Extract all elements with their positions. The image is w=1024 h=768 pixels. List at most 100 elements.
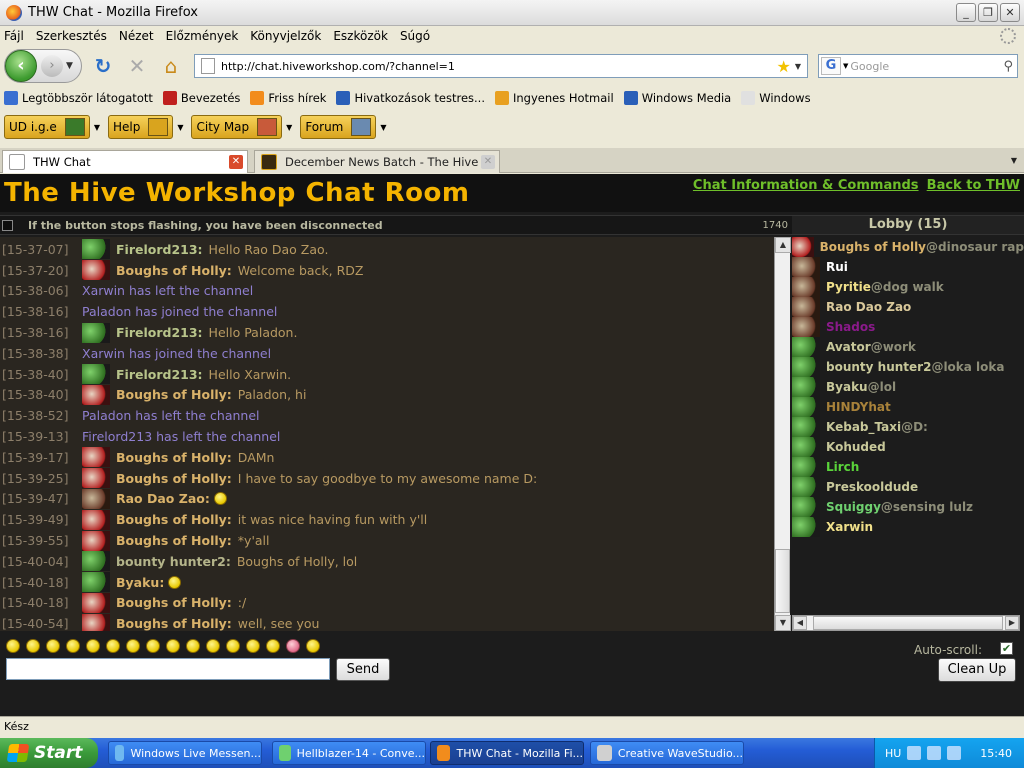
search-placeholder[interactable]: Google <box>850 60 1003 73</box>
message-nick[interactable]: Boughs of Holly: <box>116 387 232 402</box>
restore-button[interactable]: ❐ <box>978 3 998 22</box>
user-list-item[interactable]: Boughs of Holly @dinosaur rap <box>792 237 1024 257</box>
reload-button[interactable]: ↻ <box>90 53 116 79</box>
user-list-item[interactable]: Xarwin <box>792 517 1024 537</box>
close-tab-icon[interactable]: ✕ <box>481 155 495 169</box>
close-window-button[interactable]: ✕ <box>1000 3 1020 22</box>
addon-dropdown-icon[interactable]: ▼ <box>380 123 386 132</box>
user-list-item[interactable]: Kohuded <box>792 437 1024 457</box>
taskbar-button[interactable]: THW Chat - Mozilla Fi... <box>430 741 584 765</box>
history-dropdown-icon[interactable]: ▼ <box>66 61 73 71</box>
user-list-item[interactable]: Byaku @lol <box>792 377 1024 397</box>
menu-file[interactable]: Fájl <box>4 29 24 43</box>
user-list-item[interactable]: Rao Dao Zao <box>792 297 1024 317</box>
user-list-item[interactable]: bounty hunter2 @loka loka <box>792 357 1024 377</box>
message-nick[interactable]: Boughs of Holly: <box>116 263 232 278</box>
addon-button[interactable]: Help <box>107 115 174 139</box>
smiley-icon[interactable] <box>206 639 220 653</box>
scroll-thumb[interactable] <box>813 616 1003 630</box>
auto-scroll-checkbox[interactable]: ✔ <box>1000 642 1013 655</box>
menu-edit[interactable]: Szerkesztés <box>36 29 107 43</box>
message-nick[interactable]: Boughs of Holly: <box>116 471 232 486</box>
menu-help[interactable]: Súgó <box>400 29 430 43</box>
addon-button[interactable]: Forum <box>300 115 377 139</box>
user-list-item[interactable]: Preskooldude <box>792 477 1024 497</box>
smiley-icon[interactable] <box>226 639 240 653</box>
message-nick[interactable]: bounty hunter2: <box>116 554 231 569</box>
user-list-item[interactable]: Squiggy @sensing lulz <box>792 497 1024 517</box>
smiley-icon[interactable] <box>106 639 120 653</box>
search-engine-icon[interactable]: G <box>821 57 841 75</box>
stop-button[interactable]: ✕ <box>124 53 150 79</box>
smiley-icon[interactable] <box>286 639 300 653</box>
bookmark-item[interactable]: Legtöbbször látogatott <box>4 91 153 105</box>
message-nick[interactable]: Firelord213: <box>116 367 203 382</box>
smiley-icon[interactable] <box>26 639 40 653</box>
smiley-icon[interactable] <box>266 639 280 653</box>
user-list-item[interactable]: Lirch <box>792 457 1024 477</box>
message-input[interactable] <box>6 658 330 680</box>
menu-tools[interactable]: Eszközök <box>333 29 388 43</box>
language-indicator[interactable]: HU <box>885 747 901 760</box>
message-nick[interactable]: Boughs of Holly: <box>116 533 232 548</box>
chat-scrollbar[interactable]: ▲ ▼ <box>774 237 791 631</box>
smiley-icon[interactable] <box>66 639 80 653</box>
bookmark-item[interactable]: Friss hírek <box>250 91 326 105</box>
scroll-up-icon[interactable]: ▲ <box>775 237 791 253</box>
connection-indicator-button[interactable] <box>2 220 13 231</box>
smiley-icon[interactable] <box>6 639 20 653</box>
back-to-thw-link[interactable]: Back to THW <box>927 178 1020 193</box>
smiley-icon[interactable] <box>86 639 100 653</box>
addon-dropdown-icon[interactable]: ▼ <box>94 123 100 132</box>
menu-history[interactable]: Előzmények <box>166 29 239 43</box>
menu-view[interactable]: Nézet <box>119 29 154 43</box>
tab-thw-chat[interactable]: THW Chat ✕ <box>2 150 248 173</box>
addon-dropdown-icon[interactable]: ▼ <box>286 123 292 132</box>
forward-button[interactable]: › <box>41 55 63 77</box>
user-list-item[interactable]: Avator @work <box>792 337 1024 357</box>
user-list-item[interactable]: Kebab_Taxi @D: <box>792 417 1024 437</box>
start-button[interactable]: Start <box>0 738 98 768</box>
message-nick[interactable]: Boughs of Holly: <box>116 616 232 631</box>
scroll-left-icon[interactable]: ◀ <box>793 616 807 630</box>
scroll-right-icon[interactable]: ▶ <box>1005 616 1019 630</box>
url-bar[interactable]: http://chat.hiveworkshop.com/?channel=1 … <box>194 54 808 78</box>
message-nick[interactable]: Boughs of Holly: <box>116 450 232 465</box>
clean-up-button[interactable]: Clean Up <box>938 658 1016 682</box>
tray-icon[interactable] <box>907 746 922 760</box>
url-text[interactable]: http://chat.hiveworkshop.com/?channel=1 <box>221 60 777 73</box>
tab-december-news[interactable]: December News Batch - The Hive Wor... ✕ <box>254 150 500 173</box>
menu-bookmarks[interactable]: Könyvjelzők <box>250 29 321 43</box>
message-nick[interactable]: Firelord213: <box>116 325 203 340</box>
bookmark-item[interactable]: Bevezetés <box>162 91 240 105</box>
minimize-button[interactable]: _ <box>956 3 976 22</box>
taskbar-button[interactable]: Hellblazer-14 - Conve... <box>272 741 426 765</box>
home-button[interactable]: ⌂ <box>158 53 184 79</box>
back-button[interactable]: ‹ <box>5 50 37 82</box>
addon-button[interactable]: UD i.g.e <box>4 115 90 139</box>
user-list-hscrollbar[interactable]: ◀ ▶ <box>792 615 1020 631</box>
bookmark-item[interactable]: Windows Media <box>623 91 731 105</box>
addon-dropdown-icon[interactable]: ▼ <box>177 123 183 132</box>
addon-button[interactable]: City Map <box>191 115 283 139</box>
all-tabs-dropdown-icon[interactable]: ▼ <box>1006 152 1022 170</box>
smiley-icon[interactable] <box>46 639 60 653</box>
chat-info-link[interactable]: Chat Information & Commands <box>693 178 919 193</box>
user-list-item[interactable]: Rui <box>792 257 1024 277</box>
smiley-icon[interactable] <box>186 639 200 653</box>
search-engine-dropdown-icon[interactable]: ▼ <box>843 62 848 70</box>
send-button[interactable]: Send <box>336 658 390 681</box>
smiley-icon[interactable] <box>146 639 160 653</box>
tray-icon[interactable] <box>927 746 942 760</box>
user-list-item[interactable]: HINDYhat <box>792 397 1024 417</box>
user-list-item[interactable]: Shados <box>792 317 1024 337</box>
taskbar-button[interactable]: Creative WaveStudio... <box>590 741 744 765</box>
smiley-icon[interactable] <box>306 639 320 653</box>
url-dropdown-icon[interactable]: ▼ <box>795 62 801 71</box>
bookmark-star-icon[interactable]: ★ <box>777 57 791 76</box>
search-bar[interactable]: G ▼ Google ⚲ <box>818 54 1018 78</box>
message-nick[interactable]: Boughs of Holly: <box>116 512 232 527</box>
bookmark-item[interactable]: Ingyenes Hotmail <box>494 91 614 105</box>
message-nick[interactable]: Boughs of Holly: <box>116 595 232 610</box>
smiley-icon[interactable] <box>246 639 260 653</box>
